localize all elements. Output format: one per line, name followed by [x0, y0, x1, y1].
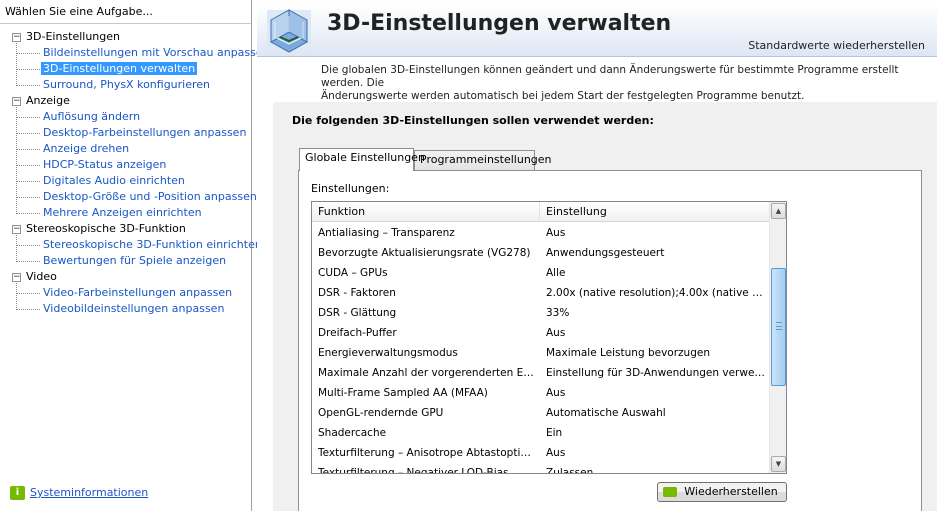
collapse-icon[interactable]: − [12, 97, 21, 106]
collapse-icon[interactable]: − [12, 225, 21, 234]
tab-panel-global: Einstellungen: Funktion Einstellung Anti… [298, 170, 922, 511]
setting-value-cell[interactable]: Maximale Leistung bevorzugen [546, 343, 766, 363]
restore-defaults-link[interactable]: Standardwerte wiederherstellen [748, 39, 925, 52]
function-cell: DSR - Glättung [318, 307, 397, 319]
restore-button[interactable]: Wiederherstellen [657, 482, 787, 502]
tab-global-settings[interactable]: Globale Einstellungen [299, 148, 425, 171]
page-header: 3D-Einstellungen verwalten Standardwerte… [257, 5, 937, 57]
table-row[interactable]: Texturfilterung – Negativer LOD-Bias Zula… [312, 463, 770, 474]
function-cell: Antialiasing – Transparenz [318, 227, 455, 239]
column-header-setting[interactable]: Einstellung [540, 202, 770, 222]
setting-value-cell[interactable]: Aus [546, 443, 766, 463]
tree-group-video[interactable]: − Video [0, 269, 251, 285]
setting-value-cell[interactable]: Zulassen [546, 463, 766, 473]
tree-item-desktop-size-position[interactable]: Desktop-Größe und -Position anpassen [0, 189, 257, 205]
setting-value-cell[interactable]: Alle [546, 263, 766, 283]
page-description: Die globalen 3D-Einstellungen können geä… [321, 64, 899, 102]
function-cell: OpenGL-rendernde GPU [318, 407, 444, 419]
function-cell: Shadercache [318, 427, 387, 439]
tree-group-label: Stereoskopische 3D-Funktion [26, 222, 186, 235]
tab-program-settings[interactable]: Programmeinstellungen [414, 150, 552, 170]
table-row[interactable]: Energieverwaltungsmodus Maximale Leistung… [312, 343, 770, 363]
table-row[interactable]: Multi-Frame Sampled AA (MFAA) Aus [312, 383, 770, 403]
tree-item-change-resolution[interactable]: Auflösung ändern [0, 109, 251, 125]
function-cell: Energieverwaltungsmodus [318, 347, 458, 359]
table-row[interactable]: Maximale Anzahl der vorgerenderten Einz.… [312, 363, 770, 383]
setting-value-cell[interactable]: 33% [546, 303, 766, 323]
settings-grid[interactable]: Funktion Einstellung Antialiasing – Tran… [311, 201, 787, 474]
setting-value-cell[interactable]: 2.00x (native resolution);4.00x (native … [546, 283, 766, 303]
table-row[interactable]: Antialiasing – Transparenz Aus [312, 223, 770, 243]
task-panel: Wählen Sie eine Aufgabe... − 3D-Einstell… [0, 0, 270, 511]
table-row[interactable]: Texturfilterung – Anisotrope Abtastoptim… [312, 443, 770, 463]
nvidia-logo-icon [663, 487, 677, 497]
function-cell: Texturfilterung – Negativer LOD-Bias [318, 467, 509, 474]
tree-item-image-settings-preview[interactable]: Bildeinstellungen mit Vorschau anpassen [0, 45, 270, 61]
function-cell: Multi-Frame Sampled AA (MFAA) [318, 387, 488, 399]
function-cell: Maximale Anzahl der vorgerenderten Einz.… [318, 367, 536, 379]
table-row[interactable]: DSR - Glättung 33% [312, 303, 770, 323]
table-row[interactable]: CUDA – GPUs Alle [312, 263, 770, 283]
tree-group-label: Video [26, 270, 57, 283]
table-row[interactable]: Bevorzugte Aktualisierungsrate (VG278) An… [312, 243, 770, 263]
table-row[interactable]: DSR - Faktoren 2.00x (native resolution);… [312, 283, 770, 303]
grip-icon [776, 322, 782, 330]
tree-item-stereo-setup[interactable]: Stereoskopische 3D-Funktion einrichten [0, 237, 262, 253]
setting-value-cell[interactable]: Aus [546, 223, 766, 243]
function-cell: Dreifach-Puffer [318, 327, 397, 339]
setting-value-cell[interactable]: Einstellung für 3D-Anwendungen verwenden [546, 363, 766, 383]
setting-value-cell[interactable]: Automatische Auswahl [546, 403, 766, 423]
setting-value-cell[interactable]: Ein [546, 423, 766, 443]
task-panel-heading: Wählen Sie eine Aufgabe... [0, 0, 251, 24]
function-cell: Bevorzugte Aktualisierungsrate (VG278) [318, 247, 531, 259]
column-header-function[interactable]: Funktion [312, 202, 540, 222]
function-cell: DSR - Faktoren [318, 287, 396, 299]
settings-section: Die folgenden 3D-Einstellungen sollen ve… [273, 102, 937, 511]
vertical-scrollbar[interactable]: ▲ ▼ [769, 202, 786, 473]
tree-item-video-color[interactable]: Video-Farbeinstellungen anpassen [0, 285, 251, 301]
setting-value-cell[interactable]: Aus [546, 323, 766, 343]
function-cell: Texturfilterung – Anisotrope Abtastoptim… [318, 447, 536, 459]
content-panel: 3D-Einstellungen verwalten Standardwerte… [257, 0, 937, 511]
table-row[interactable]: OpenGL-rendernde GPU Automatische Auswahl [312, 403, 770, 423]
page-title: 3D-Einstellungen verwalten [327, 11, 672, 36]
settings-label: Einstellungen: [311, 182, 390, 195]
tree-item-manage-3d-settings[interactable]: 3D-Einstellungen verwalten [0, 61, 251, 77]
table-row[interactable]: Dreifach-Puffer Aus [312, 323, 770, 343]
tree-item-video-image[interactable]: Videobildeinstellungen anpassen [0, 301, 251, 317]
grid-rows: Antialiasing – Transparenz Aus Bevorzugte … [312, 223, 770, 474]
setting-value-cell[interactable]: Anwendungsgesteuert [546, 243, 766, 263]
tree-item-hdcp-status[interactable]: HDCP-Status anzeigen [0, 157, 251, 173]
collapse-icon[interactable]: − [12, 33, 21, 42]
section-title: Die folgenden 3D-Einstellungen sollen ve… [292, 114, 654, 127]
3d-cube-icon [267, 9, 311, 54]
tree-group-display[interactable]: − Anzeige [0, 93, 251, 109]
function-cell: CUDA – GPUs [318, 267, 388, 279]
tree-item-multiple-displays[interactable]: Mehrere Anzeigen einrichten [0, 205, 251, 221]
tree-item-desktop-color[interactable]: Desktop-Farbeinstellungen anpassen [0, 125, 251, 141]
nvidia-info-icon: i [10, 486, 25, 500]
scroll-thumb[interactable] [771, 268, 786, 386]
scroll-up-icon[interactable]: ▲ [771, 203, 786, 219]
task-tree: − 3D-Einstellungen Bildeinstellungen mit… [0, 24, 270, 317]
table-row[interactable]: Shadercache Ein [312, 423, 770, 443]
tree-group-3d-settings[interactable]: − 3D-Einstellungen [0, 29, 251, 45]
setting-value-cell[interactable]: Aus [546, 383, 766, 403]
collapse-icon[interactable]: − [12, 273, 21, 282]
system-info-link[interactable]: i Systeminformationen [10, 485, 148, 501]
tree-group-label: 3D-Einstellungen [26, 30, 121, 43]
tree-group-label: Anzeige [26, 94, 70, 107]
grid-header: Funktion Einstellung [312, 202, 770, 222]
tree-item-rotate-display[interactable]: Anzeige drehen [0, 141, 251, 157]
tree-item-digital-audio[interactable]: Digitales Audio einrichten [0, 173, 251, 189]
tree-item-game-ratings[interactable]: Bewertungen für Spiele anzeigen [0, 253, 251, 269]
tree-group-stereoscopic-3d[interactable]: − Stereoskopische 3D-Funktion [0, 221, 251, 237]
tree-item-surround-physx[interactable]: Surround, PhysX konfigurieren [0, 77, 251, 93]
scroll-down-icon[interactable]: ▼ [771, 456, 786, 472]
